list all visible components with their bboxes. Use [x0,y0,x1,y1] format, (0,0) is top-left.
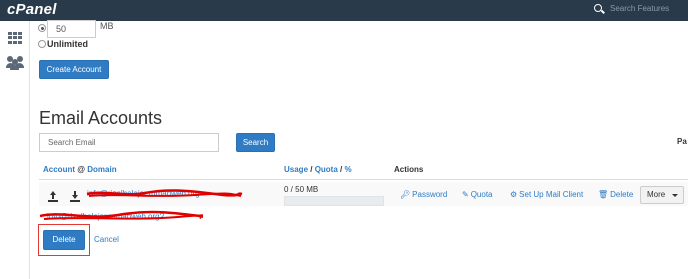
quota-input[interactable]: 50 [47,20,96,38]
feature-search[interactable]: Search Features [588,2,688,18]
page-title: Email Accounts [39,108,163,128]
password-label: Password [412,190,448,199]
unlimited-label: Unlimited [47,39,89,49]
sort-percent-link[interactable]: % [344,165,351,174]
upload-icon[interactable] [48,191,58,202]
truncated-column-label: Pa [677,137,687,146]
search-email-input[interactable]: Search Email [39,133,219,152]
quota-label: Quota [470,190,493,199]
header-usage-quota[interactable]: Usage / Quota / % [284,165,352,174]
apps-grid-icon[interactable] [8,32,22,44]
sidebar [0,21,30,279]
delete-label: Delete [610,190,634,199]
table-header: Account @ Domain Usage / Quota / % Actio… [39,163,688,180]
gear-icon: ⚙ [510,190,518,199]
key-icon: 🔑︎ [400,190,411,199]
create-account-button[interactable]: Create Account [39,60,109,79]
sort-quota-link[interactable]: Quota [315,165,338,174]
top-navbar: cPanel Search Features [0,0,688,21]
more-label: More [647,190,666,199]
header-at: @ [75,165,88,174]
quota-limited-radio[interactable] [38,24,46,32]
more-dropdown-button[interactable]: More [640,186,684,204]
quota-action[interactable]: ✎ Quota [462,190,493,199]
password-action[interactable]: 🔑︎ Password [400,190,447,199]
usage-progress-bar [284,196,384,206]
account-email[interactable]: info@rizalbelajar.rumahweb.org [87,189,200,198]
quota-unlimited-radio[interactable] [38,40,46,48]
usage-text: 0 / 50 MB [284,185,319,194]
search-icon [594,4,602,12]
sort-account-link[interactable]: Account [43,165,75,174]
cancel-link[interactable]: Cancel [94,235,119,244]
quota-unit-label: MB [100,21,114,31]
trash-icon: 🗑︎ [598,190,609,199]
mail-client-action[interactable]: ⚙ Set Up Mail Client [510,190,583,199]
cpanel-logo[interactable]: cPanel [7,1,57,18]
mail-client-label: Set Up Mail Client [519,190,584,199]
delete-confirm-email: info@rizalbelajar.rumahweb.org? [47,212,165,221]
pencil-icon: ✎ [462,190,469,199]
search-button[interactable]: Search [236,133,275,152]
confirm-delete-button[interactable]: Delete [43,230,85,250]
sort-usage-link[interactable]: Usage [284,165,308,174]
caret-down-icon [672,194,678,197]
download-icon[interactable] [70,191,80,202]
feature-search-placeholder: Search Features [610,4,670,13]
sort-domain-link[interactable]: Domain [87,165,116,174]
users-icon[interactable] [6,56,24,70]
header-account-domain[interactable]: Account @ Domain [43,165,117,174]
delete-action[interactable]: 🗑︎ Delete [598,190,633,199]
header-actions: Actions [394,165,424,174]
